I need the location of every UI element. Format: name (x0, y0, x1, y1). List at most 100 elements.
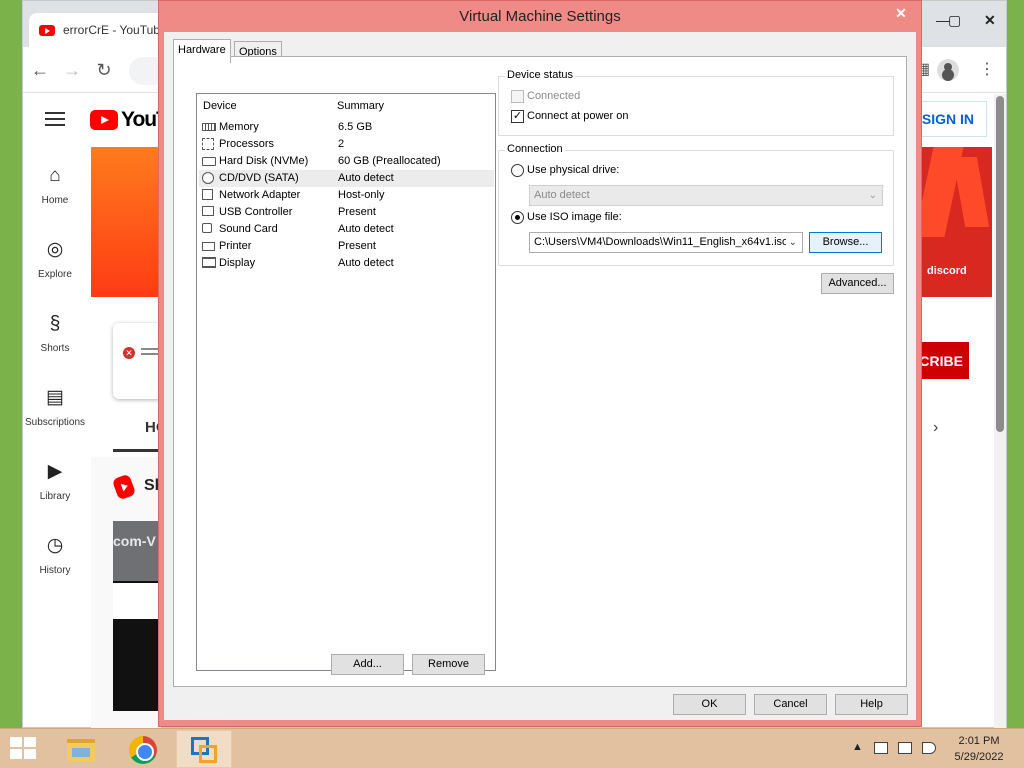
add-device-button[interactable]: Add... (331, 654, 404, 675)
remove-device-button[interactable]: Remove (412, 654, 485, 675)
device-summary: Present (338, 240, 376, 252)
hard-disk-icon (202, 157, 216, 166)
guide-item-label: Subscriptions (24, 417, 86, 428)
sign-in-label: SIGN IN (921, 111, 974, 127)
guide-item-home[interactable]: ⌂ Home (23, 165, 87, 206)
guide-item-history[interactable]: ◷ History (23, 535, 87, 576)
device-row-memory[interactable]: Memory 6.5 GB (199, 119, 494, 136)
iso-image-path: C:\Users\VM4\Downloads\Win11_English_x64… (534, 236, 789, 248)
network-adapter-icon (202, 189, 213, 200)
device-row-processors[interactable]: Processors 2 (199, 136, 494, 153)
shorts-icon: § (49, 313, 61, 334)
chevron-down-icon[interactable]: ⌄ (785, 233, 797, 252)
taskbar-clock[interactable]: 2:01 PM 5/29/2022 (944, 733, 1014, 765)
network-icon[interactable] (898, 742, 912, 754)
guide-item-label: Shorts (40, 343, 70, 354)
subscribe-button[interactable]: SUBSCRIBE (881, 342, 969, 379)
sound-card-icon (202, 223, 212, 233)
connected-checkbox (511, 90, 524, 103)
advanced-button[interactable]: Advanced... (821, 273, 894, 294)
taskbar-chrome[interactable] (114, 730, 170, 768)
sign-in-button[interactable]: SIGN IN (917, 101, 987, 137)
help-button[interactable]: Help (835, 694, 908, 715)
library-icon: ▶ (47, 461, 63, 482)
profile-avatar-icon[interactable] (937, 59, 959, 81)
device-status-label: Device status (505, 69, 576, 81)
ok-button[interactable]: OK (673, 694, 746, 715)
browser-tab[interactable]: errorCrE - YouTube (29, 13, 169, 47)
device-row-display[interactable]: Display Auto detect (199, 255, 494, 272)
tab-underline (113, 449, 161, 452)
device-row-network-adapter[interactable]: Network Adapter Host-only (199, 187, 494, 204)
iso-image-path-select[interactable]: C:\Users\VM4\Downloads\Win11_English_x64… (529, 232, 803, 253)
usb-icon (202, 206, 214, 216)
connect-at-power-on-label[interactable]: Connect at power on (527, 110, 629, 122)
chrome-icon (129, 736, 157, 764)
column-header-device[interactable]: Device (203, 100, 237, 112)
maximize-icon[interactable]: ▢ (948, 12, 961, 29)
action-center-flag-icon[interactable] (874, 742, 888, 754)
youtube-logo-icon (90, 110, 118, 130)
device-row-usb-controller[interactable]: USB Controller Present (199, 204, 494, 221)
printer-icon (202, 242, 215, 251)
channel-avatar-card: ✕ (113, 323, 161, 399)
forward-button[interactable]: → (59, 57, 85, 83)
back-button[interactable]: ← (27, 57, 53, 83)
volume-muted-icon[interactable] (922, 742, 936, 754)
guide-item-subscriptions[interactable]: ▤ Subscriptions (23, 387, 87, 428)
device-summary: 2 (338, 138, 345, 150)
browse-button[interactable]: Browse... (809, 232, 882, 253)
use-iso-image-radio[interactable] (511, 211, 524, 224)
device-name: Printer (219, 240, 252, 252)
channel-tab-home[interactable]: HOME (113, 419, 161, 436)
device-row-hard-disk[interactable]: Hard Disk (NVMe) 60 GB (Preallocated) (199, 153, 494, 170)
vmware-icon (191, 737, 219, 765)
banner-caption: discord (927, 265, 967, 277)
tab-hardware[interactable]: Hardware (173, 39, 231, 63)
use-iso-image-label[interactable]: Use ISO image file: (527, 211, 622, 223)
channel-banner (91, 147, 161, 297)
cd-dvd-icon (202, 172, 214, 184)
taskbar-vmware[interactable] (176, 730, 232, 768)
desktop-background-right (1005, 0, 1024, 728)
device-summary: 60 GB (Preallocated) (338, 155, 441, 167)
reload-button[interactable]: ↻ (91, 57, 117, 83)
memory-icon (202, 123, 216, 131)
close-button[interactable]: ✕ (886, 3, 916, 23)
device-row-printer[interactable]: Printer Present (199, 238, 494, 255)
device-name: CD/DVD (SATA) (219, 172, 299, 184)
processor-icon (202, 138, 214, 150)
use-physical-drive-radio[interactable] (511, 164, 524, 177)
use-physical-drive-label[interactable]: Use physical drive: (527, 164, 619, 176)
device-name: Display (219, 257, 256, 269)
chevron-right-icon[interactable]: › (933, 419, 938, 437)
connection-group: Connection Use physical drive: Auto dete… (498, 143, 894, 266)
guide-item-shorts[interactable]: § Shorts (23, 313, 87, 354)
guide-item-label: Home (41, 195, 69, 206)
guide-item-library[interactable]: ▶ Library (23, 461, 87, 502)
show-hidden-icons[interactable]: ▲ (852, 741, 863, 753)
column-header-summary[interactable]: Summary (337, 100, 384, 112)
guide-item-explore[interactable]: ◎ Explore (23, 239, 87, 280)
hamburger-menu-icon[interactable] (45, 112, 65, 126)
device-row-cd-dvd[interactable]: CD/DVD (SATA) Auto detect (199, 170, 494, 187)
short-thumbnail-text: com-V (113, 521, 161, 581)
cancel-button[interactable]: Cancel (754, 694, 827, 715)
physical-drive-select: Auto detect ⌄ (529, 185, 883, 206)
device-name: USB Controller (219, 206, 293, 218)
page-scrollbar-thumb[interactable] (996, 96, 1004, 432)
connect-at-power-on-checkbox[interactable]: ✓ (511, 110, 524, 123)
device-summary: Present (338, 206, 376, 218)
windows-logo-icon (10, 737, 22, 747)
device-name: Sound Card (219, 223, 278, 235)
subscriptions-icon: ▤ (46, 387, 64, 408)
taskbar-file-explorer[interactable] (52, 730, 108, 768)
start-button[interactable] (10, 737, 38, 761)
device-row-sound-card[interactable]: Sound Card Auto detect (199, 221, 494, 238)
file-explorer-icon (67, 739, 95, 761)
device-list[interactable]: Device Summary Memory 6.5 GB Processors … (196, 93, 496, 671)
windows-logo-icon (24, 737, 36, 747)
chrome-close-icon[interactable]: ✕ (984, 12, 996, 29)
short-thumbnail-band (113, 583, 161, 619)
chrome-menu-icon[interactable]: ⋮ (979, 59, 995, 79)
